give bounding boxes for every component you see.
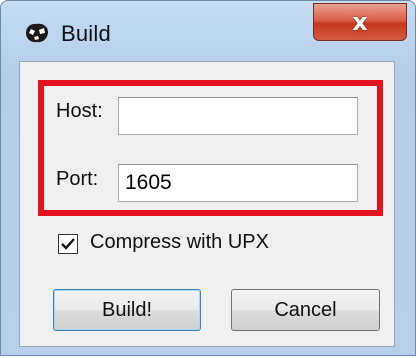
compress-upx-label[interactable]: Compress with UPX — [90, 231, 269, 254]
cancel-button[interactable]: Cancel — [231, 289, 380, 331]
highlight-box — [38, 80, 383, 216]
title-bar[interactable]: Build x — [1, 1, 415, 59]
close-button[interactable]: x — [313, 3, 407, 41]
app-icon — [23, 21, 51, 45]
close-icon: x — [352, 8, 368, 36]
build-button[interactable]: Build! — [53, 289, 201, 331]
checkmark-icon — [61, 238, 75, 250]
compress-upx-checkbox[interactable] — [58, 234, 78, 254]
window-title: Build — [61, 21, 111, 46]
